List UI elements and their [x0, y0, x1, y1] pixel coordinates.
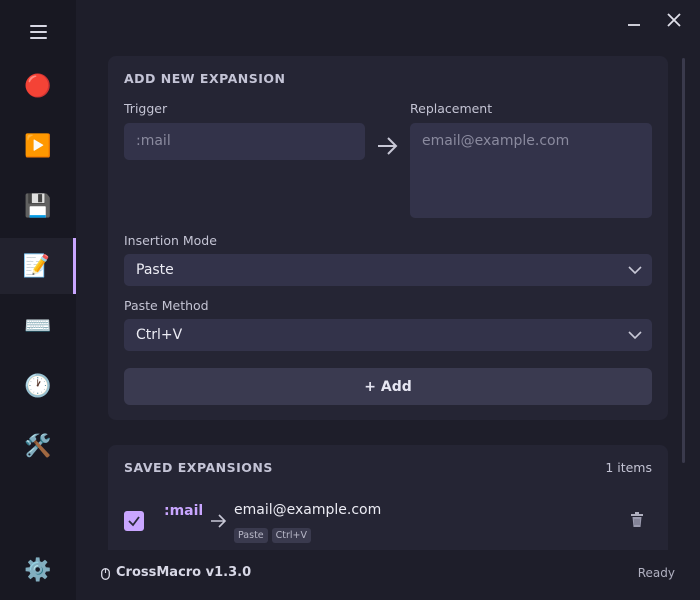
memo-icon: 📝	[22, 253, 51, 279]
insertion-mode-select[interactable]: Paste	[124, 254, 652, 286]
enable-checkbox[interactable]	[124, 511, 144, 531]
close-button[interactable]	[660, 8, 688, 32]
saved-expansions-title: SAVED EXPANSIONS	[124, 460, 273, 475]
replacement-textarea[interactable]: email@example.com	[410, 123, 652, 218]
nav-item-keyboard[interactable]: ⌨️	[0, 298, 76, 354]
close-icon	[667, 13, 681, 27]
mouse-icon	[101, 568, 110, 580]
gear-icon: ⚙️	[24, 557, 52, 583]
add-expansion-title: ADD NEW EXPANSION	[124, 71, 286, 86]
nav-item-record[interactable]: 🔴	[0, 58, 76, 114]
nav-item-play[interactable]: ▶️	[0, 118, 76, 174]
scrollbar[interactable]	[682, 58, 685, 463]
nav-item-text-expansion[interactable]: 📝	[0, 238, 76, 294]
arrow-right-icon	[211, 514, 227, 528]
menu-toggle-button[interactable]	[0, 4, 76, 60]
app-version: CrossMacro v1.3.0	[116, 565, 252, 580]
checkmark-icon	[128, 516, 140, 527]
nav-item-save[interactable]: 💾	[0, 178, 76, 234]
paste-method-value: Ctrl+V	[136, 327, 183, 343]
tools-icon: 🛠️	[24, 433, 52, 459]
paste-method-select[interactable]: Ctrl+V	[124, 319, 652, 351]
expansion-trigger: :mail	[164, 503, 204, 519]
saved-count: 1 items	[605, 460, 652, 475]
status-bar: CrossMacro v1.3.0 Ready	[76, 556, 700, 600]
delete-button[interactable]	[630, 512, 646, 530]
play-icon: ▶️	[24, 133, 52, 159]
minimize-button[interactable]	[620, 8, 648, 32]
chevron-down-icon	[628, 266, 642, 275]
save-icon: 💾	[24, 193, 52, 219]
tag-paste-method: Ctrl+V	[271, 528, 312, 543]
add-button[interactable]: + Add	[124, 368, 652, 405]
chevron-down-icon	[628, 331, 642, 340]
trigger-input[interactable]: :mail	[124, 123, 365, 160]
expansion-replacement: email@example.com	[234, 502, 382, 518]
saved-expansions-card: SAVED EXPANSIONS 1 items :mail email@exa…	[108, 445, 668, 550]
replacement-placeholder: email@example.com	[422, 133, 570, 149]
trigger-label: Trigger	[124, 101, 168, 116]
insertion-mode-value: Paste	[136, 262, 174, 278]
paste-method-label: Paste Method	[124, 298, 209, 313]
record-icon: 🔴	[24, 73, 52, 99]
tag-insertion-mode: Paste	[234, 528, 268, 543]
arrow-right-icon	[378, 137, 398, 155]
nav-item-tools[interactable]: 🛠️	[0, 418, 76, 474]
trash-icon	[631, 512, 643, 527]
minimize-icon	[628, 24, 640, 26]
replacement-label: Replacement	[410, 101, 493, 116]
hamburger-icon	[29, 25, 47, 39]
nav-item-schedule[interactable]: 🕐	[0, 358, 76, 414]
nav-item-settings[interactable]: ⚙️	[0, 542, 76, 598]
keyboard-icon: ⌨️	[24, 313, 52, 339]
status-text: Ready	[637, 566, 675, 580]
trigger-placeholder: :mail	[136, 133, 171, 149]
expansion-tags: Paste Ctrl+V	[234, 523, 315, 543]
insertion-mode-label: Insertion Mode	[124, 233, 217, 248]
sidebar: 🔴 ▶️ 💾 📝 ⌨️ 🕐 🛠️ ⚙️	[0, 0, 76, 600]
expansion-row: :mail email@example.com Paste Ctrl+V	[108, 497, 668, 550]
add-expansion-card: ADD NEW EXPANSION Trigger :mail Replacem…	[108, 56, 668, 420]
clock-icon: 🕐	[24, 373, 52, 399]
